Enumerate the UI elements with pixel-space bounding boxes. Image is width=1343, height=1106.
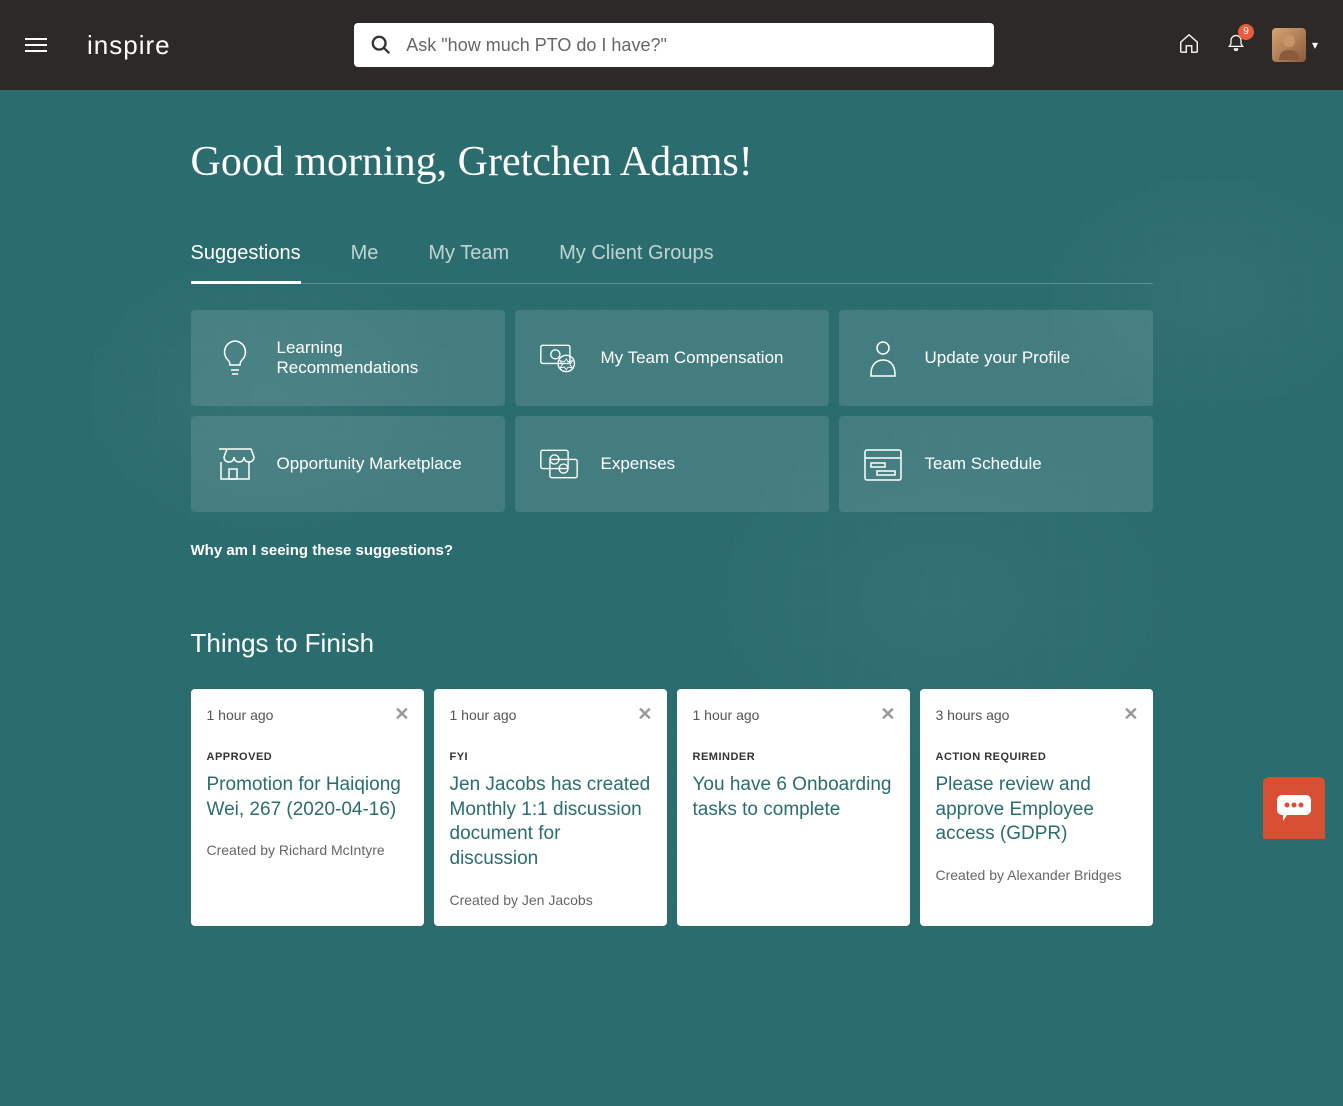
close-icon[interactable]: ✕ (880, 705, 895, 723)
logo-text: inspire (87, 30, 171, 60)
notifications-icon[interactable]: 9 (1226, 32, 1246, 59)
task-time: 3 hours ago (936, 707, 1137, 723)
task-card: 1 hour ago ✕ APPROVED Promotion for Haiq… (191, 689, 424, 926)
task-cards: 1 hour ago ✕ APPROVED Promotion for Haiq… (191, 689, 1153, 926)
compensation-icon (539, 338, 579, 378)
search-box[interactable] (354, 23, 994, 67)
chevron-down-icon: ▾ (1312, 38, 1318, 52)
task-title[interactable]: You have 6 Onboarding tasks to complete (693, 773, 894, 822)
task-creator: Created by Jen Jacobs (450, 892, 651, 908)
card-team-schedule[interactable]: Team Schedule (839, 416, 1153, 512)
expenses-icon (539, 444, 579, 484)
card-label: Opportunity Marketplace (277, 454, 462, 474)
task-card: 1 hour ago ✕ FYI Jen Jacobs has created … (434, 689, 667, 926)
home-icon[interactable] (1178, 32, 1200, 59)
tab-suggestions[interactable]: Suggestions (191, 242, 301, 283)
notification-badge: 9 (1238, 24, 1254, 40)
task-status: ACTION REQUIRED (936, 751, 1137, 763)
tab-me[interactable]: Me (351, 242, 379, 283)
avatar (1272, 28, 1306, 62)
suggestion-cards: Learning Recommendations My Team Compens… (191, 310, 1153, 512)
tab-my-client-groups[interactable]: My Client Groups (559, 242, 714, 283)
task-title[interactable]: Please review and approve Employee acces… (936, 773, 1137, 847)
task-time: 1 hour ago (693, 707, 894, 723)
close-icon[interactable]: ✕ (637, 705, 652, 723)
app-logo[interactable]: inspire (87, 30, 171, 61)
search-icon (370, 34, 392, 56)
task-card: 3 hours ago ✕ ACTION REQUIRED Please rev… (920, 689, 1153, 926)
task-status: APPROVED (207, 751, 408, 763)
tab-bar: Suggestions Me My Team My Client Groups (191, 242, 1153, 284)
things-to-finish-title: Things to Finish (191, 628, 1153, 659)
card-team-compensation[interactable]: My Team Compensation (515, 310, 829, 406)
why-suggestions-link[interactable]: Why am I seeing these suggestions? (191, 542, 454, 559)
task-time: 1 hour ago (450, 707, 651, 723)
task-status: FYI (450, 751, 651, 763)
marketplace-icon (215, 444, 255, 484)
menu-icon[interactable] (25, 34, 47, 56)
card-opportunity-marketplace[interactable]: Opportunity Marketplace (191, 416, 505, 512)
card-label: My Team Compensation (601, 348, 784, 368)
card-learning-recommendations[interactable]: Learning Recommendations (191, 310, 505, 406)
task-creator: Created by Richard McIntyre (207, 842, 408, 858)
card-label: Learning Recommendations (277, 338, 481, 378)
user-menu[interactable]: ▾ (1272, 28, 1318, 62)
search-input[interactable] (406, 35, 978, 56)
profile-icon (863, 338, 903, 378)
close-icon[interactable]: ✕ (394, 705, 409, 723)
tab-my-team[interactable]: My Team (428, 242, 509, 283)
task-title[interactable]: Promotion for Haiqiong Wei, 267 (2020-04… (207, 773, 408, 822)
page-title: Good morning, Gretchen Adams! (191, 90, 1153, 186)
task-card: 1 hour ago ✕ REMINDER You have 6 Onboard… (677, 689, 910, 926)
card-label: Team Schedule (925, 454, 1042, 474)
app-header: inspire 9 ▾ (0, 0, 1343, 90)
lightbulb-icon (215, 338, 255, 378)
task-title[interactable]: Jen Jacobs has created Monthly 1:1 discu… (450, 773, 651, 872)
task-time: 1 hour ago (207, 707, 408, 723)
task-status: REMINDER (693, 751, 894, 763)
schedule-icon (863, 444, 903, 484)
card-expenses[interactable]: Expenses (515, 416, 829, 512)
task-creator: Created by Alexander Bridges (936, 867, 1137, 883)
card-label: Expenses (601, 454, 676, 474)
chat-button[interactable] (1263, 777, 1325, 839)
card-update-profile[interactable]: Update your Profile (839, 310, 1153, 406)
close-icon[interactable]: ✕ (1123, 705, 1138, 723)
card-label: Update your Profile (925, 348, 1071, 368)
